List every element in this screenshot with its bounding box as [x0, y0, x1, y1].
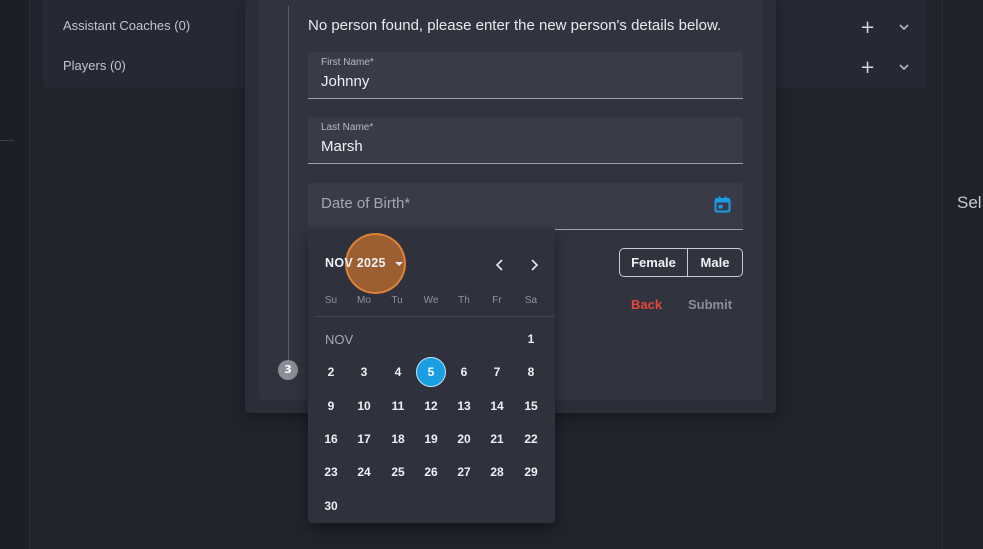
calendar-day[interactable]: 16 [316, 424, 346, 454]
stepper-line [288, 6, 289, 361]
calendar-day[interactable]: 23 [316, 457, 346, 487]
weekday-label: Tu [391, 295, 403, 306]
weekday-label: Su [324, 295, 338, 306]
calendar-day[interactable]: 27 [449, 457, 479, 487]
divider [315, 316, 555, 317]
calendar-day[interactable]: 14 [482, 391, 512, 421]
first-name-label: First Name* [321, 57, 374, 68]
first-name-field[interactable]: First Name* [308, 52, 743, 99]
calendar-day[interactable]: 20 [449, 424, 479, 454]
calendar-day[interactable]: 10 [349, 391, 379, 421]
calendar-day[interactable]: 22 [516, 424, 546, 454]
chevron-right-icon[interactable] [526, 257, 542, 273]
calendar-day[interactable]: 9 [316, 391, 346, 421]
calendar-icon[interactable] [714, 196, 731, 213]
step-number-badge: 3 [278, 360, 298, 380]
calendar-day[interactable]: 3 [349, 357, 379, 387]
submit-button[interactable]: Submit [688, 297, 732, 312]
chevron-down-icon[interactable] [898, 63, 910, 71]
calendar-day[interactable]: 25 [383, 457, 413, 487]
calendar-day[interactable]: 18 [383, 424, 413, 454]
calendar-day[interactable]: 6 [449, 357, 479, 387]
calendar-day[interactable]: 30 [316, 491, 346, 521]
calendar-day[interactable]: 21 [482, 424, 512, 454]
right-panel-text: Sel [957, 193, 982, 212]
gender-male-button[interactable]: Male [688, 249, 742, 276]
weekday-label: Mo [357, 295, 371, 306]
add-assistant-coach-icon[interactable]: + [860, 19, 875, 37]
caret-down-icon[interactable] [395, 262, 403, 266]
last-name-field[interactable]: Last Name* [308, 117, 743, 164]
month-year-selector[interactable]: NOV 2025 [325, 256, 386, 270]
right-panel [942, 0, 983, 549]
add-player-icon[interactable]: + [860, 59, 875, 77]
left-nav-rail [0, 0, 30, 549]
last-name-input[interactable] [321, 138, 721, 155]
assistant-coaches-label[interactable]: Assistant Coaches (0) [63, 18, 190, 33]
chevron-left-icon[interactable] [492, 257, 508, 273]
gender-female-button[interactable]: Female [620, 249, 688, 276]
calendar-day[interactable]: 24 [349, 457, 379, 487]
calendar-day[interactable]: 7 [482, 357, 512, 387]
chevron-down-icon[interactable] [898, 23, 910, 31]
date-of-birth-input[interactable] [321, 195, 701, 212]
divider [0, 140, 14, 141]
calendar-day[interactable]: 17 [349, 424, 379, 454]
gender-toggle: Female Male [619, 248, 743, 277]
weekday-label: Sa [524, 295, 538, 306]
weekday-label: Th [458, 295, 470, 306]
date-of-birth-field[interactable] [308, 183, 743, 230]
players-label[interactable]: Players (0) [63, 58, 126, 73]
weekday-label: Fr [492, 295, 502, 306]
calendar-day[interactable]: 29 [516, 457, 546, 487]
calendar-day[interactable]: 2 [316, 357, 346, 387]
calendar-day-selected[interactable]: 5 [416, 357, 446, 387]
back-button[interactable]: Back [631, 297, 662, 312]
calendar-day[interactable]: 19 [416, 424, 446, 454]
calendar-day[interactable]: 11 [383, 391, 413, 421]
calendar-day[interactable]: 4 [383, 357, 413, 387]
calendar-day[interactable]: 1 [516, 324, 546, 354]
month-label: NOV [325, 332, 354, 347]
calendar-day[interactable]: 8 [516, 357, 546, 387]
calendar-day[interactable]: 28 [482, 457, 512, 487]
calendar-day[interactable]: 15 [516, 391, 546, 421]
calendar-day[interactable]: 13 [449, 391, 479, 421]
no-person-found-message: No person found, please enter the new pe… [308, 17, 722, 34]
last-name-label: Last Name* [321, 122, 374, 133]
weekday-label: We [423, 295, 439, 306]
first-name-input[interactable] [321, 73, 721, 90]
calendar-day[interactable]: 26 [416, 457, 446, 487]
calendar-day[interactable]: 12 [416, 391, 446, 421]
